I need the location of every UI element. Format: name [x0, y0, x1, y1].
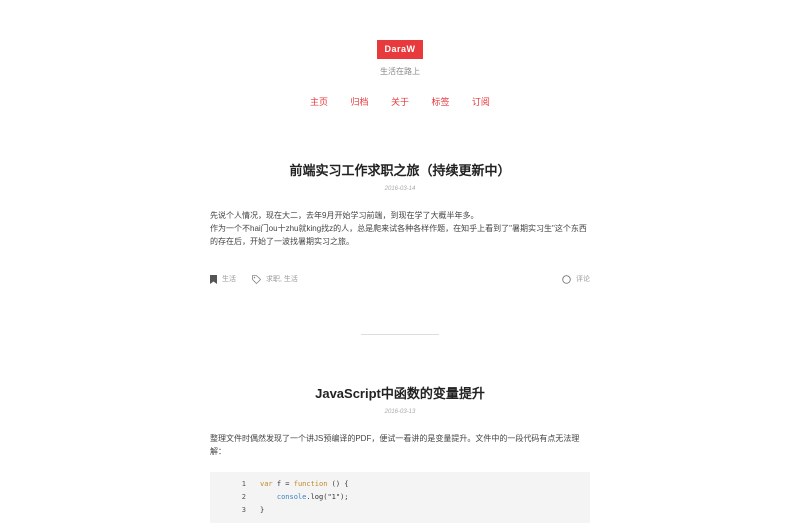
post-date: 2016-03-13 — [384, 409, 416, 415]
nav-archive[interactable]: 归档 — [351, 95, 369, 108]
bookmark-icon — [210, 274, 217, 284]
line-number: 1 — [241, 480, 246, 488]
nav-home[interactable]: 主页 — [310, 95, 328, 108]
excerpt-paragraph: 作为一个不hai门ou十zhu就king找z的人，总是爬来试各种各样作题，在知乎… — [210, 224, 587, 246]
post-excerpt: 先说个人情况，现在大二，去年9月开始学习前端，到现在学了大概半年多。 作为一个不… — [210, 209, 590, 248]
code-keyword: var — [260, 480, 273, 488]
nav-subscribe[interactable]: 订阅 — [472, 95, 490, 108]
comments-label: 评论 — [576, 276, 590, 283]
post-comments[interactable]: 评论 — [562, 274, 590, 284]
category-label: 生活 — [222, 276, 236, 283]
code-line: 1 var f = function () { — [210, 478, 590, 491]
nav-tags[interactable]: 标签 — [431, 95, 449, 108]
code-line: 3 } — [210, 504, 590, 517]
code-block: 1 var f = function () { 2 console.log("1… — [210, 472, 590, 523]
site-tagline: 生活在路上 — [380, 67, 420, 76]
site-logo[interactable]: DaraW — [377, 40, 423, 59]
post-category[interactable]: 生活 — [210, 274, 236, 284]
tag-icon — [252, 274, 261, 284]
tags-label: 求职, 生活 — [266, 276, 298, 283]
excerpt-paragraph: 整理文件时偶然发现了一个讲JS预编译的PDF，便试一看讲的是变量提升。文件中的一… — [210, 434, 580, 456]
nav-about[interactable]: 关于 — [391, 95, 409, 108]
excerpt-paragraph: 先说个人情况，现在大二，去年9月开始学习前端，到现在学了大概半年多。 — [210, 211, 479, 220]
line-number: 2 — [241, 493, 246, 501]
post-title[interactable]: JavaScript中函数的变量提升 — [210, 383, 590, 402]
code-keyword: function — [293, 480, 328, 488]
post-meta-left: 生活 求职, 生活 — [210, 274, 314, 284]
post-divider — [361, 334, 439, 335]
code-line: 2 console.log("1"); — [210, 491, 590, 504]
code-text: () { — [327, 480, 349, 488]
post-article: 前端实习工作求职之旅（持续更新中） 2016-03-14 先说个人情况，现在大二… — [210, 160, 590, 284]
main-nav: 主页 归档 关于 标签 订阅 — [0, 92, 800, 110]
comment-icon — [562, 274, 571, 284]
post-excerpt: 整理文件时偶然发现了一个讲JS预编译的PDF，便试一看讲的是变量提升。文件中的一… — [210, 432, 590, 458]
post-meta: 生活 求职, 生活 评论 — [210, 274, 590, 284]
post-title[interactable]: 前端实习工作求职之旅（持续更新中） — [210, 160, 590, 179]
post-article: JavaScript中函数的变量提升 2016-03-13 整理文件时偶然发现了… — [210, 383, 590, 523]
code-text: f = — [272, 480, 294, 488]
site-header: DaraW 生活在路上 主页 归档 关于 标签 订阅 — [0, 0, 800, 110]
post-date: 2016-03-14 — [384, 186, 416, 192]
post-tags[interactable]: 求职, 生活 — [252, 274, 298, 284]
code-text: } — [260, 506, 265, 514]
line-number: 3 — [241, 506, 246, 514]
